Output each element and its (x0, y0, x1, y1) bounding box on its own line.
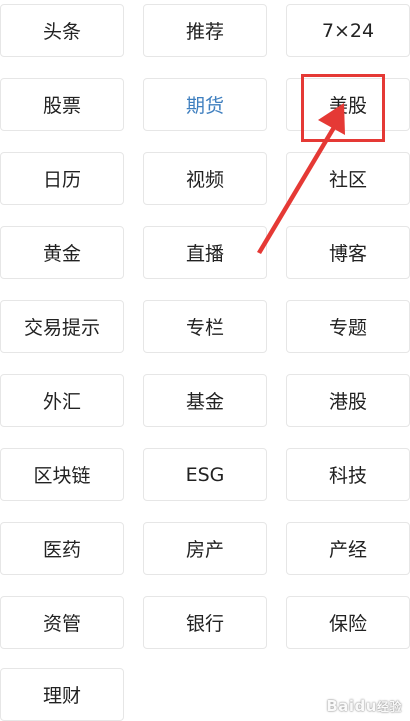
category-grid: 头条 推荐 7×24 股票 期货 美股 日历 视频 社区 黄金 直播 博客 交易… (0, 0, 410, 721)
tile-fangchan[interactable]: 房产 (143, 522, 267, 575)
watermark-sub: 经验 (376, 700, 402, 714)
tile-meigu[interactable]: 美股 (286, 78, 410, 131)
tile-toutiao[interactable]: 头条 (0, 4, 124, 57)
tile-ziguan[interactable]: 资管 (0, 596, 124, 649)
tile-shequ[interactable]: 社区 (286, 152, 410, 205)
tile-gupiao[interactable]: 股票 (0, 78, 124, 131)
tile-yinhang[interactable]: 银行 (143, 596, 267, 649)
tile-jiaoyitishi[interactable]: 交易提示 (0, 300, 124, 353)
tile-licai[interactable]: 理财 (0, 668, 124, 721)
tile-qihuo[interactable]: 期货 (143, 78, 267, 131)
tile-7x24[interactable]: 7×24 (286, 4, 410, 57)
tile-esg[interactable]: ESG (143, 448, 267, 501)
tile-yiyao[interactable]: 医药 (0, 522, 124, 575)
tile-shipin[interactable]: 视频 (143, 152, 267, 205)
tile-keji[interactable]: 科技 (286, 448, 410, 501)
tile-rili[interactable]: 日历 (0, 152, 124, 205)
tile-zhibo[interactable]: 直播 (143, 226, 267, 279)
tile-waihui[interactable]: 外汇 (0, 374, 124, 427)
tile-huangjin[interactable]: 黄金 (0, 226, 124, 279)
tile-ganggu[interactable]: 港股 (286, 374, 410, 427)
tile-tuijian[interactable]: 推荐 (143, 4, 267, 57)
tile-qukuailian[interactable]: 区块链 (0, 448, 124, 501)
tile-zhuanti[interactable]: 专题 (286, 300, 410, 353)
watermark: Baidu经验 (326, 697, 402, 715)
tile-jijin[interactable]: 基金 (143, 374, 267, 427)
tile-chanjing[interactable]: 产经 (286, 522, 410, 575)
watermark-text: Baidu (326, 697, 377, 715)
tile-zhuanlan[interactable]: 专栏 (143, 300, 267, 353)
tile-baoxian[interactable]: 保险 (286, 596, 410, 649)
tile-boke[interactable]: 博客 (286, 226, 410, 279)
